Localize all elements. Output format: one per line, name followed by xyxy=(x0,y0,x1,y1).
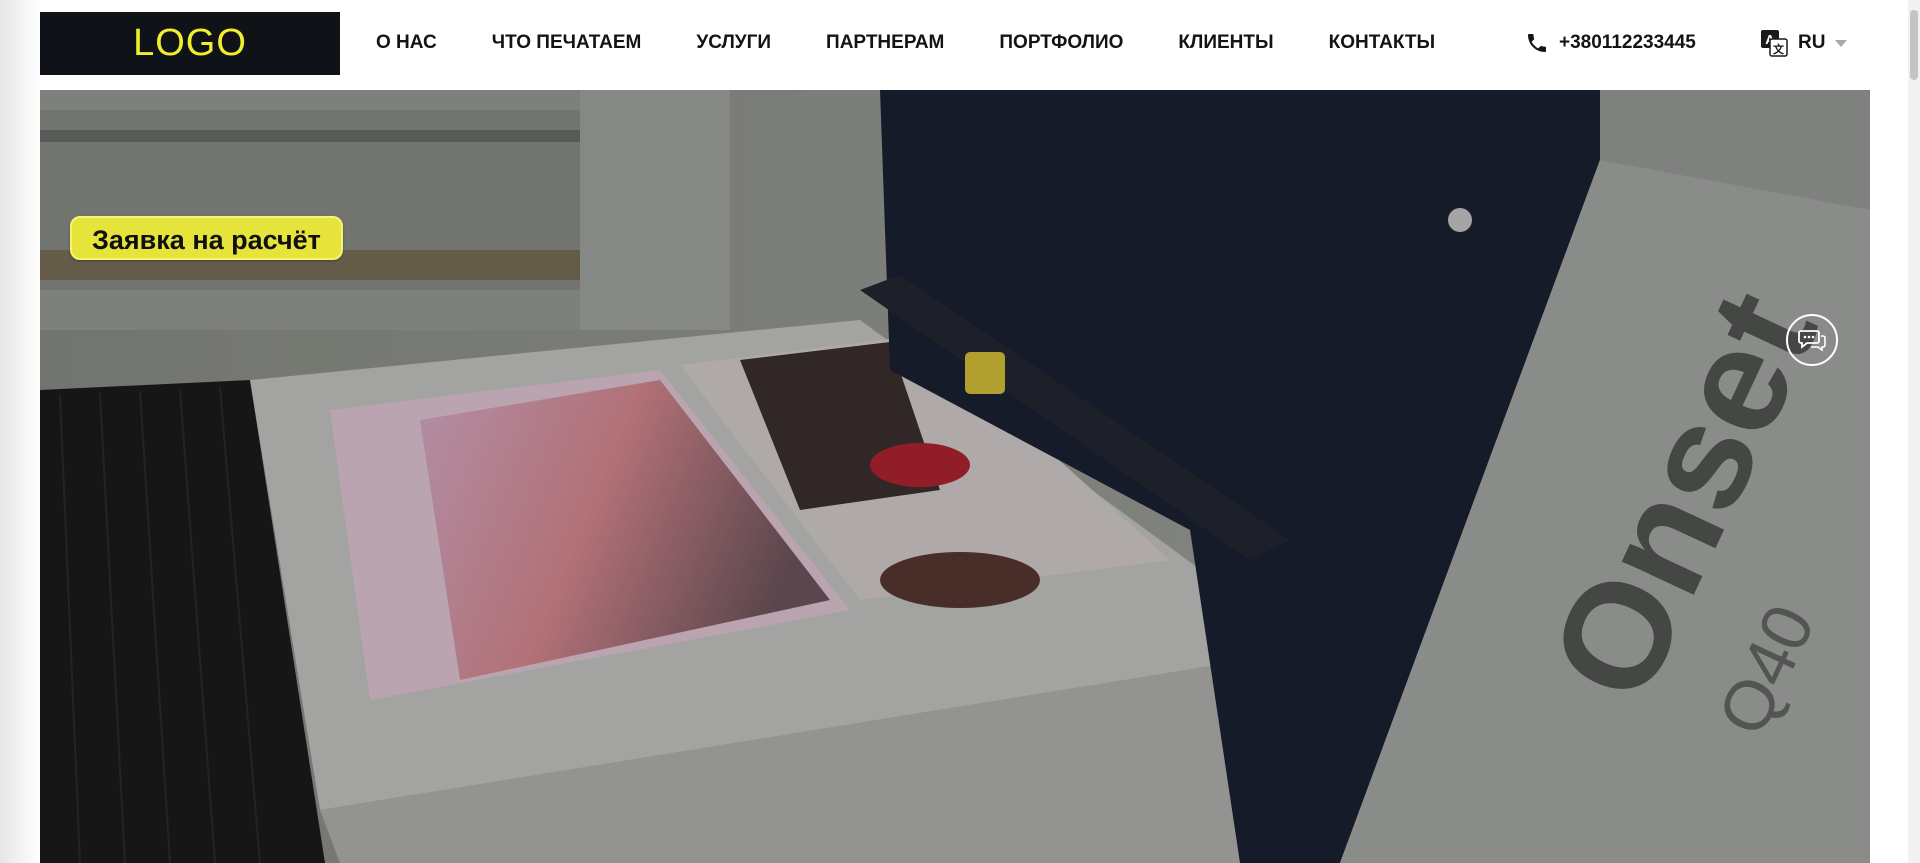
hero-printer-image: Onset Q40 xyxy=(40,90,1870,863)
nav-item-services[interactable]: УСЛУГИ xyxy=(696,32,771,54)
chat-button[interactable] xyxy=(1786,314,1838,366)
nav-item-clients[interactable]: КЛИЕНТЫ xyxy=(1178,32,1273,54)
phone-number: +380112233445 xyxy=(1559,32,1696,53)
phone-link[interactable]: +380112233445 xyxy=(1525,0,1696,86)
nav-item-portfolio[interactable]: ПОРТФОЛИО xyxy=(999,32,1123,54)
logo[interactable]: LOGO xyxy=(40,12,340,75)
request-quote-button[interactable]: Заявка на расчёт xyxy=(70,216,343,260)
phone-icon xyxy=(1528,34,1546,52)
page-left-shadow xyxy=(0,0,40,863)
site-header: LOGO О НАС ЧТО ПЕЧАТАЕМ УСЛУГИ ПАРТНЕРАМ… xyxy=(40,0,1870,90)
scrollbar-thumb[interactable] xyxy=(1910,10,1918,80)
language-switcher[interactable]: A 文 RU xyxy=(1760,0,1848,86)
nav-item-contacts[interactable]: КОНТАКТЫ xyxy=(1329,32,1436,54)
hero-banner: Onset Q40 Заявка на расчёт xyxy=(40,90,1870,863)
main-nav: О НАС ЧТО ПЕЧАТАЕМ УСЛУГИ ПАРТНЕРАМ ПОРТ… xyxy=(376,0,1435,86)
language-code: RU xyxy=(1798,32,1826,53)
svg-text:文: 文 xyxy=(1773,42,1785,56)
translate-icon: A 文 xyxy=(1761,30,1788,57)
nav-item-partners[interactable]: ПАРТНЕРАМ xyxy=(826,32,944,54)
nav-item-what-we-print[interactable]: ЧТО ПЕЧАТАЕМ xyxy=(492,32,642,54)
page-scrollbar[interactable] xyxy=(1908,0,1920,863)
chevron-down-icon xyxy=(1835,39,1848,47)
chat-bubbles-icon xyxy=(1798,330,1826,352)
nav-item-about[interactable]: О НАС xyxy=(376,32,437,54)
